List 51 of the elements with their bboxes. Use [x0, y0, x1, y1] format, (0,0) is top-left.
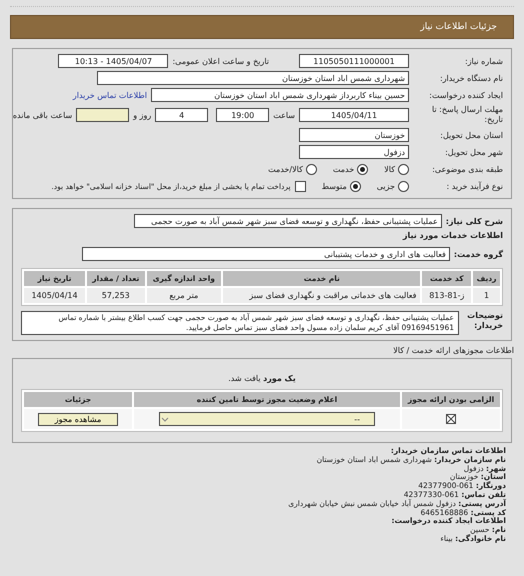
results-count: یک مورد یافت شد.	[227, 374, 297, 383]
radio-button[interactable]	[357, 164, 368, 174]
radio-label: کالا	[384, 164, 395, 174]
days-field: 4	[155, 108, 208, 122]
deadline-date-field: 1405/04/11	[299, 108, 409, 122]
view-license-button[interactable]: مشاهده مجوز	[38, 412, 118, 426]
field-label: مهلت ارسال پاسخ: تا تاریخ:	[430, 105, 503, 125]
radio-label: کالا/خدمت	[268, 164, 303, 174]
radio-button[interactable]	[398, 180, 409, 192]
table-cell: ز-81-813	[422, 288, 472, 303]
field-label: توضیحات خریدار:	[466, 311, 503, 331]
city-field: دزفول	[299, 145, 409, 159]
need-number-field: 1105050111000001	[299, 54, 409, 68]
radio-button[interactable]	[306, 164, 317, 174]
radio-button[interactable]	[350, 180, 361, 192]
field-label: نام دستگاه خریدار:	[439, 74, 503, 82]
radio-label: جزیی	[376, 182, 395, 190]
table-cell: 1	[473, 288, 500, 303]
field-label: نوع فرآیند خرید :	[445, 182, 503, 190]
table-cell: متر مربع	[146, 288, 222, 303]
table-cell: 57,253	[87, 288, 145, 303]
radio-label: متوسط	[322, 182, 347, 190]
requester-field: حسین بیناء کاربرداز شهرداری شمس اباد استان خوزستان	[151, 88, 409, 102]
field-label: شهر محل تحویل:	[444, 148, 503, 156]
field-label: ساعت باقی مانده	[12, 110, 72, 120]
field-label: روز و	[133, 110, 152, 120]
service-group-field: فعالیت های اداری و خدمات پشتیبانی	[82, 247, 450, 261]
field-label: استان محل تحویل:	[439, 130, 503, 140]
field-label: شرح کلی نیاز:	[446, 216, 503, 226]
section-heading: اطلاعات خدمات مورد نیاز	[402, 231, 503, 240]
description-field: عملیات پشتیبانی حفظ، نگهداری و توسعه فضای سبز شهر شمس آباد به صورت حجمی	[134, 214, 442, 228]
field-label: طبقه بندی موضوعی:	[431, 164, 503, 174]
checkbox[interactable]	[294, 180, 306, 192]
table-cell: فعالیت های خدماتی مراقبت و نگهداری فضای سبز	[223, 288, 420, 303]
deadline-time-field: 19:00	[216, 108, 270, 122]
field-label: ایجاد کننده درخواست:	[428, 90, 503, 100]
radio-label: خدمت	[332, 164, 354, 174]
table-cell: 1405/04/14	[24, 288, 86, 303]
field-label: شماره نیاز:	[464, 56, 503, 66]
status-select[interactable]: --	[159, 412, 375, 426]
radio-button[interactable]	[398, 164, 409, 174]
field-label: تاریخ و ساعت اعلان عمومی:	[172, 56, 269, 66]
page-title: جزئیات اطلاعات نیاز	[420, 22, 497, 32]
section-heading: اطلاعات مجوزهای ارائه خدمت / کالا	[392, 346, 514, 355]
field-label: گروه خدمت:	[454, 250, 503, 258]
field-label: ساعت	[273, 110, 295, 120]
buyer-name-field: شهرداری شمس اباد استان خوزستان	[97, 71, 409, 85]
buyer-contact-link[interactable]: اطلاعات تماس خریدار	[72, 90, 147, 100]
province-field: خوزستان	[299, 128, 409, 142]
announce-date-field: 1405/04/07 - 10:13	[58, 54, 168, 68]
remaining-hours-field	[76, 108, 130, 122]
